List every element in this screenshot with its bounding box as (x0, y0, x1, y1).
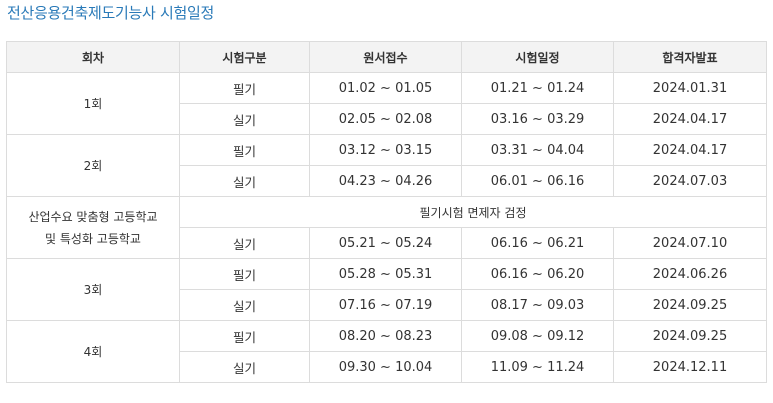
exam-type: 실기 (179, 289, 310, 321)
exemption-note: 필기시험 면제자 검정 (179, 196, 767, 228)
header-round: 회차 (6, 41, 180, 73)
round-name: 3회 (6, 258, 180, 321)
application-period: 04.23 ~ 04.26 (309, 165, 462, 197)
exam-period: 06.16 ~ 06.21 (461, 227, 614, 259)
exam-schedule-table: 회차 시험구분 원서접수 시험일정 합격자발표 1회 필기 01.02 ~ 01… (6, 41, 767, 383)
exam-period: 03.16 ~ 03.29 (461, 103, 614, 135)
header-exam-period: 시험일정 (461, 41, 614, 73)
exam-type: 필기 (179, 134, 310, 166)
table-row: 1회 필기 01.02 ~ 01.05 01.21 ~ 01.24 2024.0… (6, 72, 767, 135)
application-period: 03.12 ~ 03.15 (309, 134, 462, 166)
result-date: 2024.06.26 (613, 258, 767, 290)
application-period: 02.05 ~ 02.08 (309, 103, 462, 135)
application-period: 05.28 ~ 05.31 (309, 258, 462, 290)
exam-period: 11.09 ~ 11.24 (461, 351, 614, 383)
header-application-period: 원서접수 (309, 41, 462, 73)
table-header-row: 회차 시험구분 원서접수 시험일정 합격자발표 (6, 41, 767, 73)
exam-period: 08.17 ~ 09.03 (461, 289, 614, 321)
application-period: 08.20 ~ 08.23 (309, 320, 462, 352)
exam-period: 09.08 ~ 09.12 (461, 320, 614, 352)
table-row: 4회 필기 08.20 ~ 08.23 09.08 ~ 09.12 2024.0… (6, 320, 767, 383)
header-exam-type: 시험구분 (179, 41, 310, 73)
application-period: 07.16 ~ 07.19 (309, 289, 462, 321)
exam-period: 03.31 ~ 04.04 (461, 134, 614, 166)
page-title: 전산응용건축제도기능사 시험일정 (7, 4, 214, 22)
result-date: 2024.07.10 (613, 227, 767, 259)
exam-type: 실기 (179, 165, 310, 197)
header-result-date: 합격자발표 (613, 41, 767, 73)
table-row: 산업수요 맞춤형 고등학교및 특성화 고등학교 필기시험 면제자 검정 (6, 196, 767, 259)
exam-type: 필기 (179, 320, 310, 352)
exam-type: 필기 (179, 258, 310, 290)
result-date: 2024.12.11 (613, 351, 767, 383)
round-name: 4회 (6, 320, 180, 383)
result-date: 2024.09.25 (613, 289, 767, 321)
round-name: 2회 (6, 134, 180, 197)
exam-period: 01.21 ~ 01.24 (461, 72, 614, 104)
table-row: 3회 필기 05.28 ~ 05.31 06.16 ~ 06.20 2024.0… (6, 258, 767, 321)
exam-type: 필기 (179, 72, 310, 104)
result-date: 2024.07.03 (613, 165, 767, 197)
result-date: 2024.09.25 (613, 320, 767, 352)
round-name-line1: 산업수요 맞춤형 고등학교 (28, 209, 158, 224)
result-date: 2024.04.17 (613, 103, 767, 135)
result-date: 2024.04.17 (613, 134, 767, 166)
round-name-special: 산업수요 맞춤형 고등학교및 특성화 고등학교 (6, 196, 180, 259)
application-period: 09.30 ~ 10.04 (309, 351, 462, 383)
round-name: 1회 (6, 72, 180, 135)
round-name-line2: 및 특성화 고등학교 (45, 231, 141, 246)
result-date: 2024.01.31 (613, 72, 767, 104)
application-period: 01.02 ~ 01.05 (309, 72, 462, 104)
table-row: 2회 필기 03.12 ~ 03.15 03.31 ~ 04.04 2024.0… (6, 134, 767, 197)
exam-period: 06.01 ~ 06.16 (461, 165, 614, 197)
exam-type: 실기 (179, 103, 310, 135)
exam-type: 실기 (179, 351, 310, 383)
exam-type: 실기 (179, 227, 310, 259)
application-period: 05.21 ~ 05.24 (309, 227, 462, 259)
exam-period: 06.16 ~ 06.20 (461, 258, 614, 290)
